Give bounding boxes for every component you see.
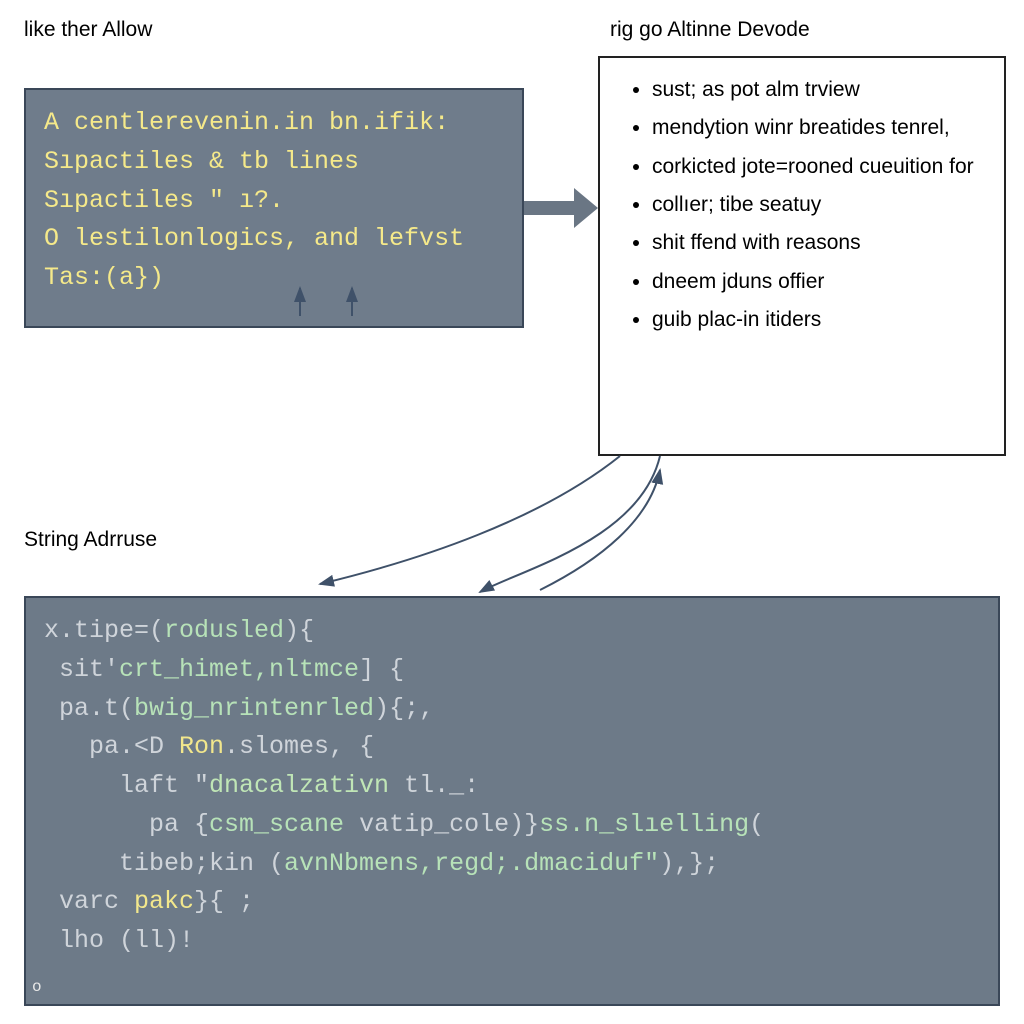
left-header-label: like ther Allow (24, 18, 152, 42)
list-item: dneem jduns offier (652, 268, 984, 296)
list-item: mendytion winr breatides tenrel, (652, 114, 984, 142)
code-line: lho (ll)! (44, 922, 980, 961)
code-line: pa.t(bwig_nrintenrled){;, (44, 690, 980, 729)
upper-code-box: A centlerevenin.in bn.ifik: Sıpactiles &… (24, 88, 524, 328)
code-line: laft "dnacalzativn tl._: (44, 767, 980, 806)
code-line: sit'crt_himet,nltmce] { (44, 651, 980, 690)
upper-code-line: A centlerevenin.in bn.ifik: (44, 104, 504, 143)
right-list-box: sust; as pot alm trview mendytion winr b… (598, 56, 1006, 456)
arrow-right-icon (524, 188, 598, 228)
upper-code-line: Tas:(a}) (44, 259, 504, 298)
code-line: varc pakc}{ ; (44, 883, 980, 922)
list-item: collıer; tibe seatuy (652, 191, 984, 219)
upper-code-line: O lestilonlogics, and lefvst (44, 220, 504, 259)
list-item: corkicted jote=rooned cueuition for (652, 153, 984, 181)
right-header-label: rig go Altinne Devode (610, 18, 810, 42)
code-line: pa.<D Ron.slomes, { (44, 728, 980, 767)
caret-indicator: o (32, 975, 42, 1000)
list-item: sust; as pot alm trview (652, 76, 984, 104)
lower-code-box: x.tipe=(rodusled){ sit'crt_himet,nltmce]… (24, 596, 1000, 1006)
upper-code-line: Sıpactiles " ı?. (44, 182, 504, 221)
list-item: guib plac-in itiders (652, 306, 984, 334)
code-line: tibeb;kin (avnNbmens,regd;.dmaciduf"),}; (44, 845, 980, 884)
right-list: sust; as pot alm trview mendytion winr b… (630, 76, 984, 334)
mid-header-label: String Adrruse (24, 528, 157, 552)
code-line: pa {csm_scane vatip_cole)}ss.n_slıelling… (44, 806, 980, 845)
upper-code-line: Sıpactiles & tb lines (44, 143, 504, 182)
list-item: shit ffend with reasons (652, 229, 984, 257)
code-line: x.tipe=(rodusled){ (44, 612, 980, 651)
